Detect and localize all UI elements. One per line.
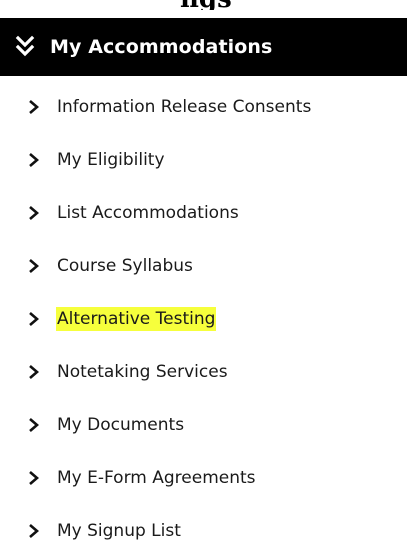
page-heading-fragment: ngs	[180, 0, 232, 10]
double-chevron-down-icon	[14, 35, 36, 59]
menu-item-label: Information Release Consents	[57, 96, 312, 117]
chevron-right-icon	[26, 205, 42, 221]
menu-item-my-eligibility[interactable]: My Eligibility	[0, 129, 407, 182]
chevron-right-icon	[26, 417, 42, 433]
menu-item-list-accommodations[interactable]: List Accommodations	[0, 182, 407, 235]
menu-item-label: List Accommodations	[57, 202, 239, 223]
menu-item-my-documents[interactable]: My Documents	[0, 394, 407, 447]
chevron-right-icon	[26, 523, 42, 539]
accommodations-menu: Information Release Consents My Eligibil…	[0, 76, 407, 553]
menu-item-label: My E-Form Agreements	[57, 467, 256, 488]
chevron-right-icon	[26, 470, 42, 486]
menu-item-label: My Documents	[57, 414, 185, 435]
menu-header[interactable]: My Accommodations	[0, 18, 407, 76]
menu-item-label: Notetaking Services	[57, 361, 228, 382]
menu-item-label: My Signup List	[57, 520, 181, 541]
chevron-right-icon	[26, 311, 42, 327]
menu-item-label: Course Syllabus	[57, 255, 193, 276]
menu-item-my-e-form-agreements[interactable]: My E-Form Agreements	[0, 447, 407, 500]
chevron-right-icon	[26, 152, 42, 168]
chevron-right-icon	[26, 364, 42, 380]
menu-item-alternative-testing[interactable]: Alternative Testing	[0, 288, 407, 341]
chevron-right-icon	[26, 258, 42, 274]
menu-item-label-highlighted: Alternative Testing	[56, 306, 217, 331]
menu-item-information-release-consents[interactable]: Information Release Consents	[0, 76, 407, 129]
menu-item-course-syllabus[interactable]: Course Syllabus	[0, 235, 407, 288]
chevron-right-icon	[26, 99, 42, 115]
menu-item-notetaking-services[interactable]: Notetaking Services	[0, 341, 407, 394]
menu-header-title: My Accommodations	[50, 36, 273, 58]
menu-item-my-signup-list[interactable]: My Signup List	[0, 500, 407, 553]
menu-item-label: My Eligibility	[57, 149, 165, 170]
